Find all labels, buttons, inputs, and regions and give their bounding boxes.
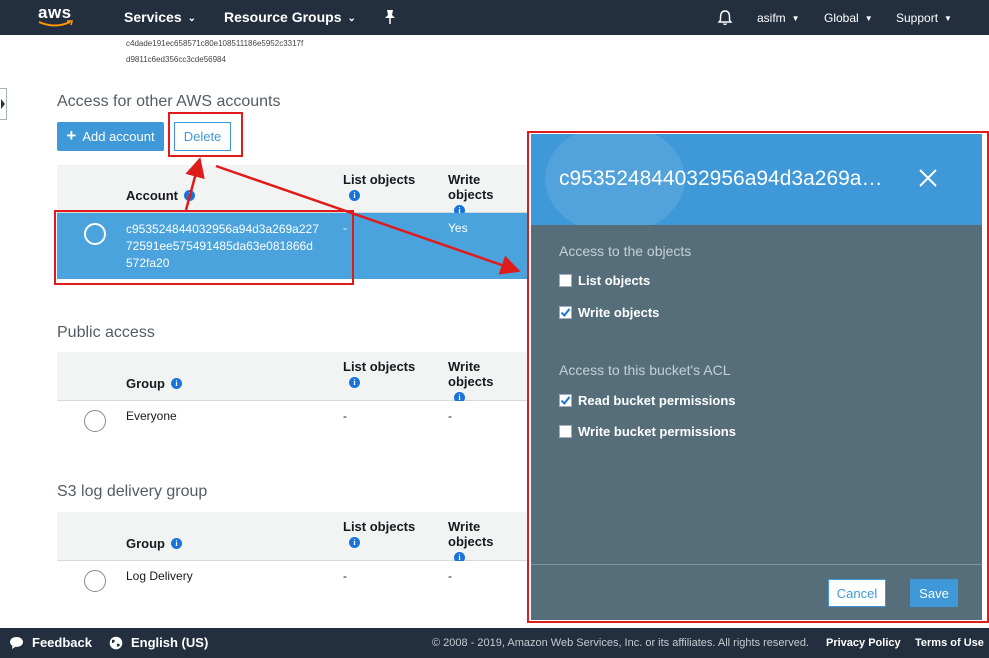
info-icon[interactable]: i bbox=[171, 378, 182, 389]
user-label: asifm bbox=[757, 11, 786, 25]
language-selector[interactable]: English (US) bbox=[109, 635, 208, 650]
hash-line: d9811c6ed356cc3cde56984 bbox=[126, 55, 226, 64]
user-menu[interactable]: asifm ▼ bbox=[757, 11, 800, 25]
table-row[interactable]: Log Delivery - - bbox=[57, 561, 529, 607]
cell-write-objects: - bbox=[448, 569, 452, 583]
col-write-label: Write objects bbox=[448, 519, 494, 549]
col-list-label: List objects bbox=[343, 519, 416, 534]
info-icon[interactable]: i bbox=[349, 537, 360, 548]
col-group-label: Group bbox=[126, 536, 165, 551]
sidebar-toggle[interactable] bbox=[0, 88, 7, 120]
col-group-label: Group bbox=[126, 376, 165, 391]
info-icon[interactable]: i bbox=[349, 190, 360, 201]
services-menu[interactable]: Services ⌄ bbox=[124, 9, 196, 25]
col-write-objects: Write objects i bbox=[448, 359, 529, 403]
public-table-header: Group i List objects i Write objects i bbox=[57, 352, 529, 403]
chevron-down-icon: ⌄ bbox=[187, 12, 196, 24]
col-write-objects: Write objects i bbox=[448, 519, 529, 563]
language-label: English (US) bbox=[131, 635, 209, 650]
services-label: Services bbox=[124, 9, 182, 25]
resource-groups-menu[interactable]: Resource Groups ⌄ bbox=[224, 9, 356, 25]
col-list-objects: List objects i bbox=[343, 172, 415, 201]
section-title-accounts: Access for other AWS accounts bbox=[57, 93, 281, 110]
region-menu[interactable]: Global ▼ bbox=[824, 11, 873, 25]
log-table-header: Group i List objects i Write objects i bbox=[57, 512, 529, 563]
add-account-label: Add account bbox=[82, 129, 155, 144]
cell-list-objects: - bbox=[343, 409, 347, 423]
aws-logo[interactable]: aws bbox=[38, 3, 78, 29]
cell-group: Log Delivery bbox=[126, 569, 193, 583]
row-radio[interactable] bbox=[84, 570, 106, 592]
col-list-objects: List objects i bbox=[343, 519, 415, 548]
support-menu[interactable]: Support ▼ bbox=[896, 11, 952, 25]
cell-write-objects: - bbox=[448, 409, 452, 423]
pin-icon[interactable] bbox=[383, 9, 397, 25]
support-label: Support bbox=[896, 11, 939, 25]
col-write-label: Write objects bbox=[448, 359, 494, 389]
col-list-label: List objects bbox=[343, 359, 416, 374]
privacy-policy-link[interactable]: Privacy Policy bbox=[826, 637, 901, 649]
footer: Feedback English (US) © 2008 - 2019, Ama… bbox=[0, 628, 989, 658]
aws-smile-icon bbox=[38, 20, 74, 27]
cell-list-objects: - bbox=[343, 569, 347, 583]
table-row[interactable]: Everyone - - bbox=[57, 401, 529, 447]
region-label: Global bbox=[824, 11, 859, 25]
annotation-box-row bbox=[54, 210, 354, 285]
accounts-table-header: Account i List objects i Write objects i bbox=[57, 165, 529, 216]
row-radio[interactable] bbox=[84, 410, 106, 432]
cell-group: Everyone bbox=[126, 409, 177, 423]
caret-down-icon: ▼ bbox=[864, 13, 873, 23]
cell-write-objects: Yes bbox=[448, 221, 468, 235]
add-account-button[interactable]: + Add account bbox=[57, 122, 164, 151]
col-group: Group i bbox=[126, 376, 182, 391]
annotation-box-delete bbox=[168, 112, 243, 157]
plus-icon: + bbox=[66, 125, 77, 145]
bell-icon[interactable] bbox=[717, 9, 733, 26]
col-group: Group i bbox=[126, 536, 182, 551]
info-icon[interactable]: i bbox=[171, 538, 182, 549]
chevron-down-icon: ⌄ bbox=[347, 12, 356, 24]
terms-of-use-link[interactable]: Terms of Use bbox=[915, 637, 984, 649]
section-title-public: Public access bbox=[57, 324, 155, 341]
resource-groups-label: Resource Groups bbox=[224, 9, 342, 25]
feedback-label: Feedback bbox=[32, 635, 92, 650]
col-write-objects: Write objects i bbox=[448, 172, 529, 216]
info-icon[interactable]: i bbox=[349, 377, 360, 388]
top-nav: aws Services ⌄ Resource Groups ⌄ asifm ▼… bbox=[0, 0, 989, 35]
section-title-log-delivery: S3 log delivery group bbox=[57, 483, 208, 500]
annotation-box-panel bbox=[527, 131, 989, 623]
hash-line: c4dade191ec658571c80e108511186e5952c3317… bbox=[126, 39, 304, 48]
feedback-link[interactable]: Feedback bbox=[9, 635, 92, 650]
caret-down-icon: ▼ bbox=[944, 13, 952, 23]
speech-bubble-icon bbox=[10, 636, 23, 649]
col-account: Account i bbox=[126, 188, 195, 203]
caret-down-icon: ▼ bbox=[791, 13, 800, 23]
copyright-text: © 2008 - 2019, Amazon Web Services, Inc.… bbox=[432, 637, 809, 649]
info-icon[interactable]: i bbox=[184, 190, 195, 201]
col-list-label: List objects bbox=[343, 172, 416, 187]
globe-icon bbox=[109, 636, 123, 649]
col-account-label: Account bbox=[126, 188, 178, 203]
col-write-label: Write objects bbox=[448, 172, 494, 202]
caret-right-icon bbox=[1, 99, 5, 109]
col-list-objects: List objects i bbox=[343, 359, 415, 388]
